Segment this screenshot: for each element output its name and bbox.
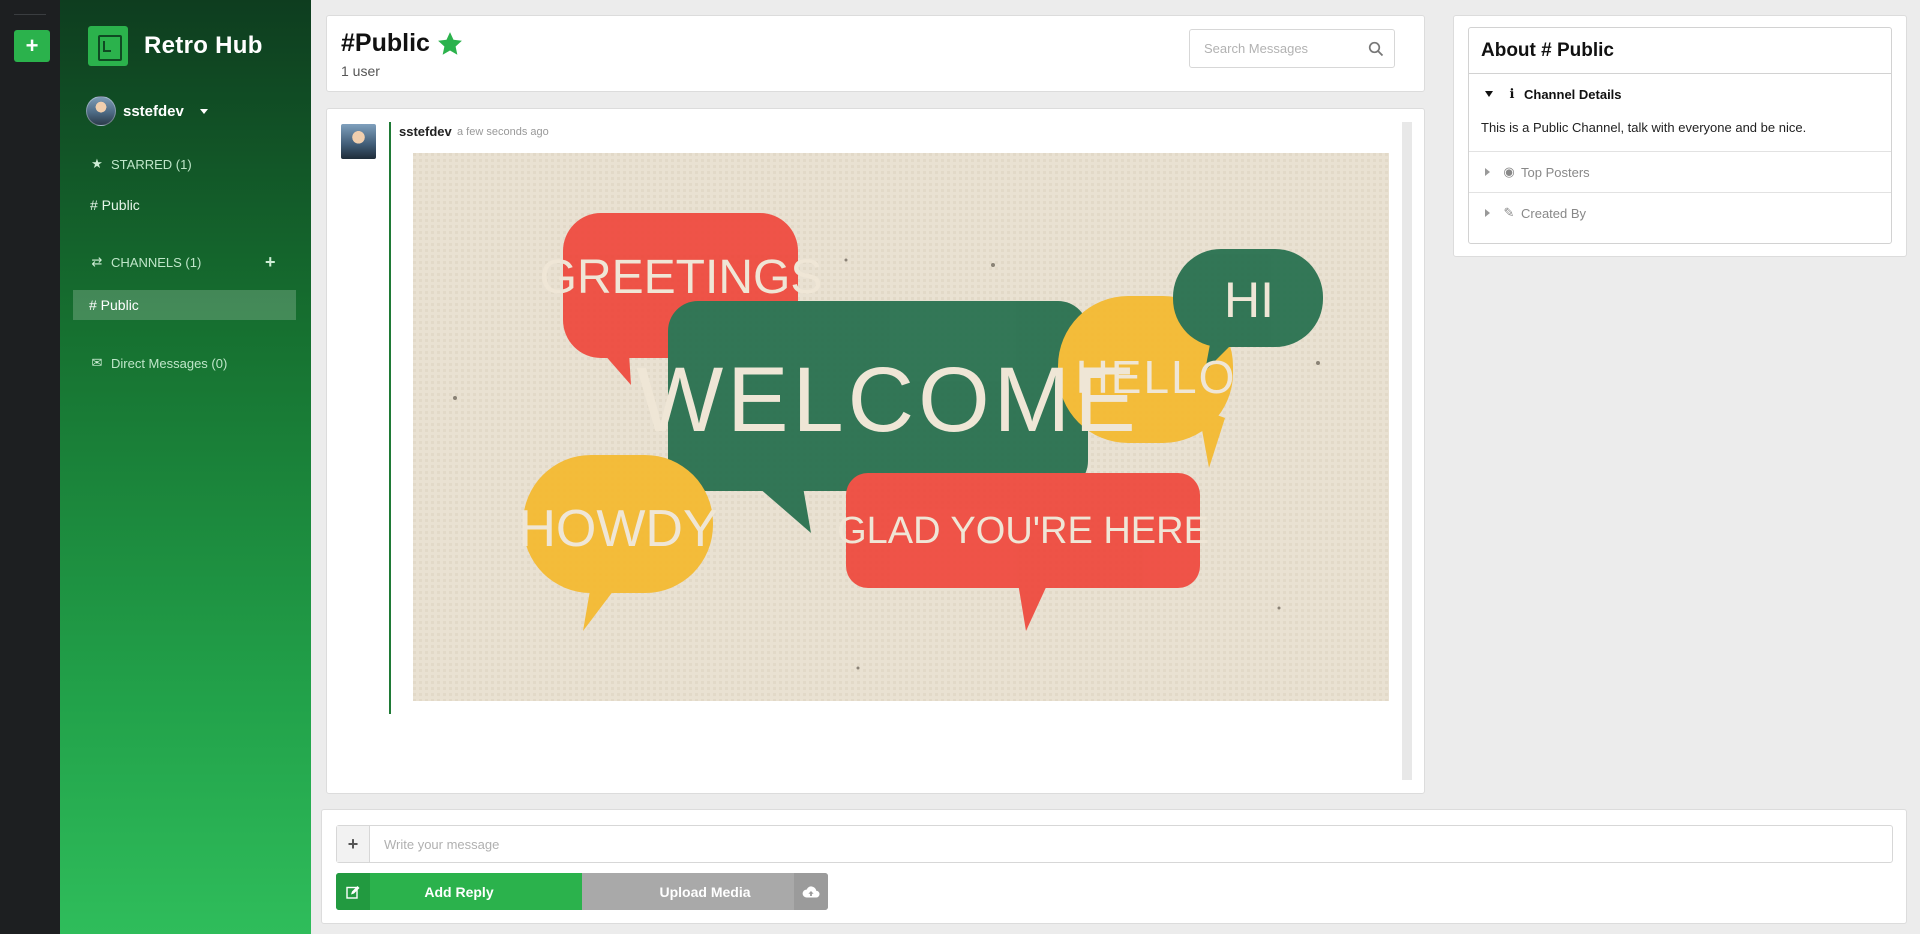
search-icon[interactable] xyxy=(1368,41,1384,57)
message-input-row: + xyxy=(336,825,1893,863)
user-menu[interactable]: sstefdev xyxy=(86,96,208,126)
channels-label: CHANNELS (1) xyxy=(111,254,202,270)
search-input[interactable] xyxy=(1190,30,1360,67)
accordion-header[interactable]: ✎ Created By xyxy=(1469,193,1891,233)
user-avatar xyxy=(86,96,116,126)
add-channel-button[interactable]: + xyxy=(265,252,276,273)
bubble-text-hello: HELLO xyxy=(1076,351,1237,403)
search-box xyxy=(1189,29,1395,68)
message-image[interactable]: GREETINGS WELCOME HELLO HI HOWDY GLAD YO… xyxy=(413,153,1389,701)
caret-down-icon xyxy=(199,108,208,114)
bubble-text-greetings: GREETINGS xyxy=(540,251,823,304)
pencil-icon: ✎ xyxy=(1503,205,1515,220)
starred-section-label: ★ STARRED (1) xyxy=(90,156,192,172)
messages-panel: sstefdev a few seconds ago GREETINGS WEL… xyxy=(326,108,1425,794)
message-composer: + Add Reply Upload Media xyxy=(321,809,1907,924)
message-accent-bar xyxy=(389,122,391,714)
bubble-text-howdy: HOWDY xyxy=(518,500,717,558)
sidebar: Retro Hub sstefdev ★ STARRED (1) # Publi… xyxy=(60,0,311,934)
message-input[interactable] xyxy=(370,826,1890,862)
accordion-created-by[interactable]: ✎ Created By xyxy=(1469,193,1891,233)
caret-down-icon xyxy=(1485,91,1493,97)
attach-plus-button[interactable]: + xyxy=(337,826,370,862)
accordion-label: Top Posters xyxy=(1521,164,1590,180)
user-circle-icon: ◉ xyxy=(1503,164,1515,179)
caret-right-icon xyxy=(1485,168,1490,176)
accordion-channel-details[interactable]: ℹ Channel Details This is a Public Chann… xyxy=(1469,74,1891,152)
envelope-icon: ✉ xyxy=(91,355,103,370)
accordion-header[interactable]: ℹ Channel Details xyxy=(1469,74,1891,114)
add-reply-label: Add Reply xyxy=(424,883,494,900)
message-author-avatar[interactable] xyxy=(341,124,376,159)
add-reply-button[interactable]: Add Reply xyxy=(336,873,582,910)
app-logo-icon xyxy=(88,26,128,66)
channel-title-row: #Public xyxy=(341,29,464,58)
star-icon[interactable] xyxy=(436,30,464,58)
composer-actions: Add Reply Upload Media xyxy=(336,873,828,910)
bubble-text-welcome: WELCOME xyxy=(636,349,1139,451)
channel-description: This is a Public Channel, talk with ever… xyxy=(1481,120,1807,135)
accordion-header[interactable]: ◉ Top Posters xyxy=(1469,152,1891,192)
add-workspace-button[interactable]: + xyxy=(14,30,50,62)
bubble-text-hi: HI xyxy=(1224,272,1274,328)
upload-media-button[interactable]: Upload Media xyxy=(582,873,828,910)
channel-title: #Public xyxy=(341,29,430,57)
info-icon: ℹ xyxy=(1509,86,1515,101)
about-title: About # Public xyxy=(1469,28,1891,74)
edit-icon xyxy=(336,873,370,910)
channels-section-label: ⇄ CHANNELS (1) xyxy=(90,254,202,270)
caret-right-icon xyxy=(1485,209,1490,217)
workspace-rail: + xyxy=(0,0,60,934)
upload-media-label: Upload Media xyxy=(659,883,751,900)
app-name: Retro Hub xyxy=(144,32,263,59)
about-panel: About # Public ℹ Channel Details This is… xyxy=(1453,15,1907,257)
about-box: About # Public ℹ Channel Details This is… xyxy=(1468,27,1892,244)
user-count: 1 user xyxy=(341,63,380,79)
rail-divider xyxy=(14,14,46,15)
accordion-label: Created By xyxy=(1521,205,1587,221)
bubble-text-glad: GLAD YOU'RE HERE xyxy=(837,510,1209,552)
star-icon: ★ xyxy=(91,156,103,171)
channel-item-public[interactable]: # Public xyxy=(73,290,296,320)
channel-header: #Public 1 user xyxy=(326,15,1425,92)
accordion-top-posters[interactable]: ◉ Top Posters xyxy=(1469,152,1891,193)
cloud-upload-icon xyxy=(794,873,828,910)
message-author[interactable]: sstefdev xyxy=(399,124,452,139)
exchange-icon: ⇄ xyxy=(91,254,103,269)
user-name: sstefdev xyxy=(123,102,184,120)
starred-label: STARRED (1) xyxy=(111,156,192,172)
starred-item-public[interactable]: # Public xyxy=(90,197,140,213)
brand: Retro Hub xyxy=(88,26,263,66)
direct-messages-label: Direct Messages (0) xyxy=(111,355,228,371)
accordion-label: Channel Details xyxy=(1524,86,1622,102)
message-timestamp: a few seconds ago xyxy=(457,126,549,138)
direct-messages-section-label[interactable]: ✉ Direct Messages (0) xyxy=(90,355,228,371)
messages-scrollbar[interactable] xyxy=(1402,122,1412,780)
